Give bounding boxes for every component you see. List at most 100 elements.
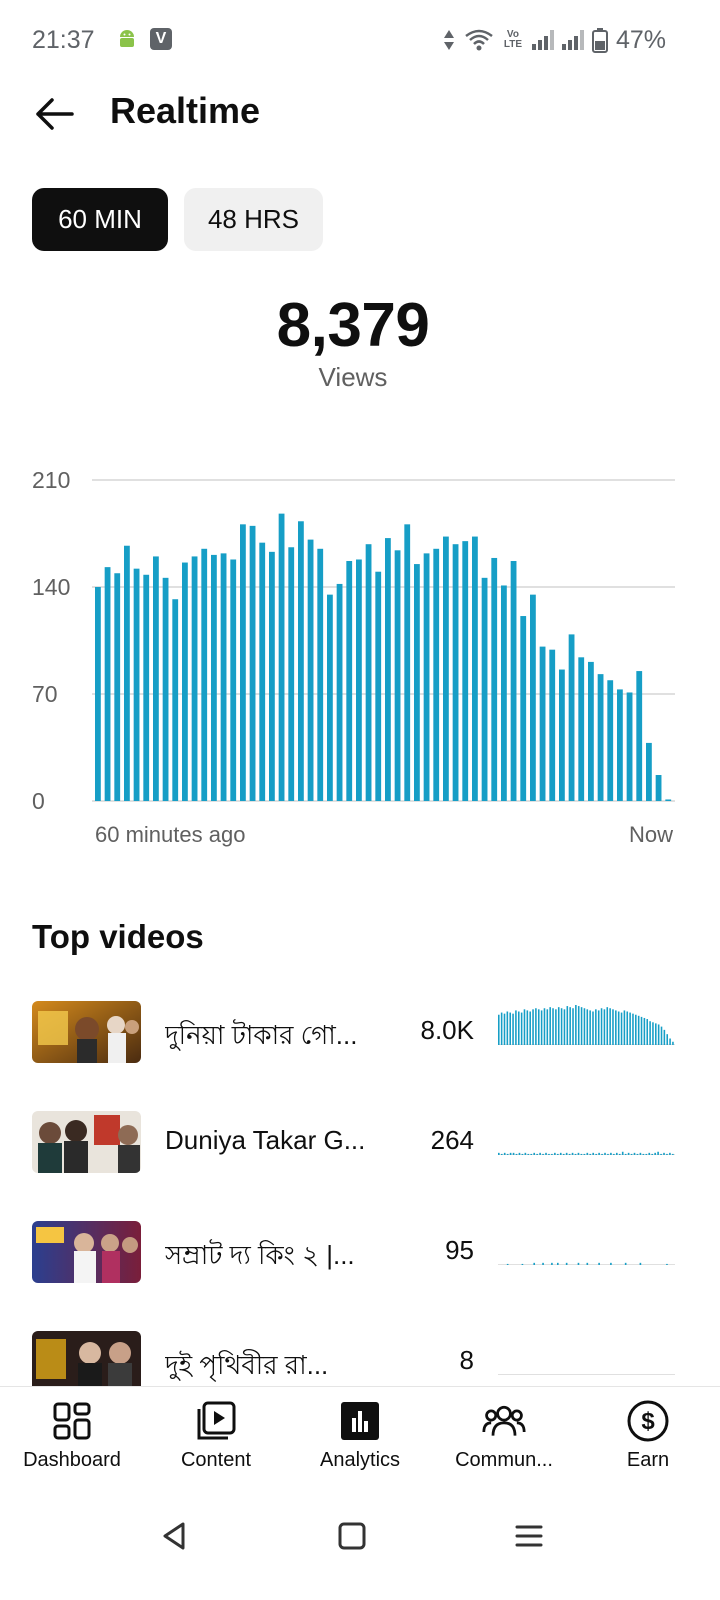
sparkline-bar [533,1262,536,1265]
data-arrows-icon [443,30,454,50]
chart-bar [568,634,575,801]
sparkline-bar [637,1015,640,1045]
sparkline-bar [530,1153,533,1155]
sparkline-bar [512,1152,515,1155]
chart-bar [578,657,585,801]
volte-icon: Vo LTE [503,29,523,50]
chart-bar [249,525,256,801]
sparkline-bar [575,1005,577,1045]
chart-bar [240,524,246,801]
realtime-views-chart: 0 70 140 210 60 minutes ago Now [32,467,675,847]
video-sparkline [498,1262,675,1265]
chart-bar [191,556,198,801]
chart-bar [597,674,604,801]
chart-bar [133,568,140,801]
sparkline-bar [515,1153,518,1155]
sparkline-bar [666,1153,668,1155]
sparkline-bar [635,1014,637,1045]
nav-content[interactable]: Content [144,1387,288,1486]
views-total: 8,379 [276,291,430,360]
chart-bar [655,775,662,801]
video-row-2[interactable]: Duniya Takar G... 264 [0,1111,720,1191]
video-row-1[interactable]: দুনিয়া টাকার গো... 8.0K [0,1001,720,1081]
system-back-button[interactable] [145,1506,205,1566]
sparkline-bar [657,1151,659,1155]
wifi-icon [465,29,493,51]
chart-bar [298,521,304,801]
system-home-button[interactable] [322,1506,382,1566]
nav-analytics[interactable]: Analytics [288,1387,432,1486]
video-row-3[interactable]: সম্রাট দ্য কিং ২ |... 95 [0,1221,720,1301]
chart-bar [365,544,372,801]
chart-bar [336,583,343,801]
sparkline-bar [613,1153,615,1155]
sparkline-bar [560,1008,563,1045]
sparkline-bar [523,1009,526,1045]
sparkline-bar [563,1009,566,1045]
video-sparkline [498,1005,675,1045]
tab-60-min[interactable]: 60 MIN [32,188,168,251]
nav-earn[interactable]: $ Earn [576,1387,720,1486]
sparkline-bar [660,1026,663,1045]
sparkline-bar [589,1010,591,1045]
sparkline-bar [542,1153,544,1155]
system-menu-button[interactable] [499,1506,559,1566]
sparkline-bar [655,1023,657,1045]
sparkline-bar [598,1152,600,1155]
status-time: 21:37 [32,26,95,54]
sparkline-bar [601,1153,603,1155]
sparkline-bar [566,1006,569,1045]
sparkline-bar [669,1152,671,1155]
menu-lines-icon [515,1525,543,1547]
nav-label: Dashboard [23,1449,121,1471]
video-sparkline [498,1151,675,1155]
video-title: দুই পৃথিবীর রা... [165,1350,329,1380]
sparkline-bar [612,1009,614,1045]
chart-bar [278,513,285,801]
back-button[interactable] [28,88,80,140]
arrow-left-icon [36,98,74,130]
sparkline-bar [643,1017,646,1045]
sparkline-bar [506,1153,509,1155]
chart-bar [162,577,169,801]
chart-bars [95,513,672,801]
back-triangle-icon [163,1522,185,1550]
sparkline-bar [554,1152,556,1155]
video-views: 264 [430,1125,474,1155]
chart-bar [211,554,217,801]
sparkline-bar [546,1009,549,1045]
chart-bar [327,594,333,801]
system-nav-bar [0,1486,720,1600]
chart-bar [317,548,324,801]
sparkline-bar [506,1011,509,1045]
sparkline-bar [618,1153,621,1155]
y-tick-label: 140 [32,574,70,600]
sparkline-bar [569,1007,571,1045]
views-label: Views [318,362,388,392]
sparkline-bar [632,1013,634,1045]
app-header: Realtime [0,80,720,144]
sparkline-bar [666,1263,668,1265]
sparkline-bar [543,1008,546,1045]
sparkline-bar [518,1152,521,1155]
x-end-label: Now [629,822,673,847]
tab-48-hrs[interactable]: 48 HRS [184,188,323,251]
chart-bar [230,559,237,801]
chart-bar [104,567,111,801]
page-title: Realtime [110,90,261,131]
x-start-label: 60 minutes ago [95,822,245,847]
vpn-app-icon: V [150,28,172,50]
sparkline-bar [600,1008,603,1045]
chart-bar [172,599,179,801]
chart-bar [452,544,459,801]
sparkline-bar [536,1153,538,1155]
sparkline-bar [633,1152,636,1155]
video-thumbnail [32,1331,141,1393]
nav-community[interactable]: Commun... [432,1387,576,1486]
chart-bar [423,553,430,801]
sparkline-bar [548,1153,550,1155]
chart-bar [269,551,275,801]
sparkline-bar [549,1007,551,1045]
nav-dashboard[interactable]: Dashboard [0,1387,144,1486]
sparkline-bar [624,1153,627,1155]
